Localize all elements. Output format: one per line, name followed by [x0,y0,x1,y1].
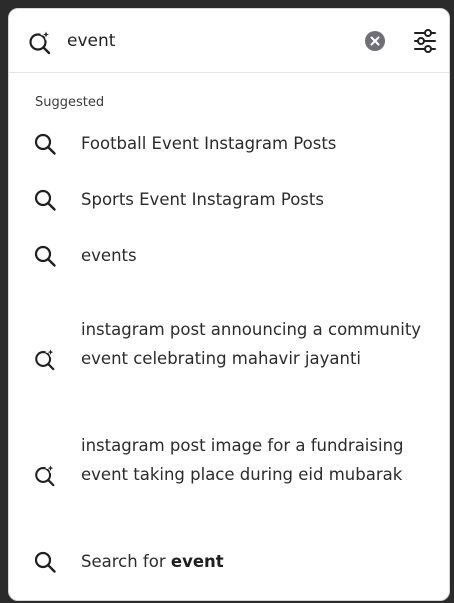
ai-sparkle-search-icon [35,347,57,371]
suggestion-item-ai[interactable]: instagram post announcing a community ev… [9,313,449,403]
search-for-term: event [170,552,224,571]
suggestion-label: Football Event Instagram Posts [81,134,337,153]
filter-sliders-icon[interactable] [413,28,437,54]
search-bar [9,9,449,73]
search-input[interactable] [67,27,357,55]
search-icon [34,189,56,211]
suggestion-item-ai[interactable]: instagram post image for a fundraising e… [9,429,449,519]
suggestion-label: instagram post image for a fundraising e… [81,436,404,484]
search-for-item[interactable]: Search for event [9,545,449,581]
ai-sparkle-search-icon [35,463,57,487]
suggestion-label: events [81,246,137,265]
search-for-label: Search for event [81,547,433,576]
ai-sparkle-search-icon[interactable] [27,29,53,55]
suggestion-item[interactable]: events [9,239,449,275]
suggestion-item[interactable]: Football Event Instagram Posts [9,127,449,163]
search-icon [34,551,56,573]
clear-circle-icon [370,36,380,46]
search-dropdown-panel: Suggested Football Event Instagram Posts… [8,8,450,601]
search-for-prefix: Search for [81,552,171,571]
clear-search-button[interactable] [365,31,385,51]
search-icon [34,133,56,155]
search-icon [34,245,56,267]
suggestion-label: instagram post announcing a community ev… [81,320,422,368]
suggestion-label: Sports Event Instagram Posts [81,190,324,209]
suggestion-item[interactable]: Sports Event Instagram Posts [9,183,449,219]
section-label-suggested: Suggested [35,95,105,110]
